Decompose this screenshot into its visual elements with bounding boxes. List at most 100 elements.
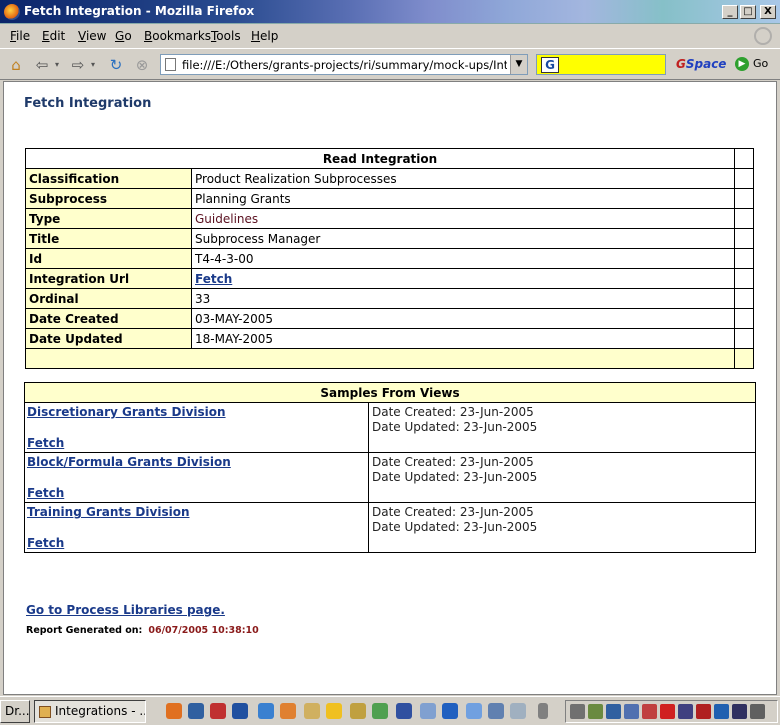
process-libraries-link[interactable]: Go to Process Libraries page.: [26, 603, 225, 617]
fetch-link[interactable]: Fetch: [27, 486, 64, 500]
sample-dates-cell: Date Created: 23-Jun-2005 Date Updated: …: [368, 402, 756, 453]
back-dropdown-icon[interactable]: ▾: [52, 55, 62, 75]
sample-link[interactable]: Discretionary Grants Division: [27, 405, 226, 419]
forward-dropdown-icon[interactable]: ▾: [88, 55, 98, 75]
quicklaunch-icon[interactable]: [232, 703, 248, 719]
stop-icon[interactable]: ⊗: [132, 55, 152, 75]
zonealarm-icon[interactable]: [696, 704, 711, 719]
home-icon[interactable]: ⌂: [6, 55, 26, 75]
navigation-toolbar: ⌂ ⇦ ▾ ⇨ ▾ ↻ ⊗ file:///E:/Others/grants-p…: [0, 48, 780, 80]
table-spacer: [734, 348, 754, 369]
table-spacer: [734, 208, 754, 229]
tray-icon[interactable]: [732, 704, 747, 719]
quicklaunch-icon[interactable]: [396, 703, 412, 719]
window-title: Fetch Integration - Mozilla Firefox: [24, 4, 255, 18]
menu-view[interactable]: View: [78, 29, 106, 43]
minimize-button[interactable]: _: [722, 5, 738, 19]
quicklaunch-icon[interactable]: [442, 703, 458, 719]
table-row: Classification Product Realization Subpr…: [25, 168, 754, 189]
menu-bookmarks[interactable]: Bookmarks: [144, 29, 211, 43]
quicklaunch-icon[interactable]: [420, 703, 436, 719]
sample-row: Training Grants Division Fetch Date Crea…: [24, 502, 756, 553]
menu-edit[interactable]: Edit: [42, 29, 65, 43]
firefox-icon: [4, 4, 20, 20]
url-text[interactable]: file:///E:/Others/grants-projects/ri/sum…: [182, 58, 507, 72]
firefox-launch-icon[interactable]: [166, 703, 182, 719]
search-input[interactable]: G: [536, 54, 666, 75]
table-spacer: [734, 288, 754, 309]
address-bar[interactable]: file:///E:/Others/grants-projects/ri/sum…: [160, 54, 528, 75]
table-footer-row: [25, 348, 754, 369]
quicklaunch-icon[interactable]: [188, 703, 204, 719]
quicklaunch-icon[interactable]: [466, 703, 482, 719]
report-timestamp: 06/07/2005 10:38:10: [148, 625, 259, 636]
tray-icon[interactable]: [750, 704, 765, 719]
row-label: Title: [25, 228, 192, 249]
taskbar-item-integrations[interactable]: Integrations - ...: [34, 700, 146, 723]
tray-icon[interactable]: [642, 704, 657, 719]
tray-icon[interactable]: [660, 704, 675, 719]
gspace-rest: Space: [685, 57, 727, 71]
google-search-icon[interactable]: G: [541, 57, 559, 73]
integration-header: Read Integration: [25, 148, 735, 169]
go-button[interactable]: ▶ Go: [735, 55, 775, 75]
row-value: Subprocess Manager: [191, 228, 735, 249]
tray-icon[interactable]: [570, 704, 585, 719]
quicklaunch-icon[interactable]: [280, 703, 296, 719]
menu-help[interactable]: Help: [251, 29, 278, 43]
fetch-link[interactable]: Fetch: [27, 436, 64, 450]
window-titlebar: Fetch Integration - Mozilla Firefox _ □ …: [0, 0, 780, 24]
integration-url-link[interactable]: Fetch: [195, 272, 232, 286]
quicklaunch-icon[interactable]: [510, 703, 526, 719]
go-label: Go: [753, 57, 769, 70]
quicklaunch-icon[interactable]: [372, 703, 388, 719]
quicklaunch-overflow-icon[interactable]: [538, 703, 548, 719]
menu-file[interactable]: File: [10, 29, 30, 43]
quicklaunch-icon[interactable]: [326, 703, 342, 719]
tray-icon[interactable]: [678, 704, 693, 719]
table-row: Date Updated 18-MAY-2005: [25, 328, 754, 349]
quicklaunch-icon[interactable]: [210, 703, 226, 719]
fetch-link[interactable]: Fetch: [27, 536, 64, 550]
sample-name-cell: Block/Formula Grants Division Fetch: [24, 452, 369, 503]
table-spacer: [734, 328, 754, 349]
row-label: Date Updated: [25, 328, 192, 349]
row-value: 18-MAY-2005: [191, 328, 735, 349]
sample-name-cell: Training Grants Division Fetch: [24, 502, 369, 553]
quicklaunch-icon[interactable]: [304, 703, 320, 719]
date-created: Date Created: 23-Jun-2005: [372, 455, 534, 469]
sample-link[interactable]: Training Grants Division: [27, 505, 189, 519]
menu-go[interactable]: Go: [115, 29, 132, 43]
menu-tools[interactable]: Tools: [211, 29, 241, 43]
maximize-button[interactable]: □: [740, 5, 756, 19]
system-tray: [565, 700, 778, 723]
row-value: Fetch: [191, 268, 735, 289]
url-dropdown-icon[interactable]: ▼: [510, 55, 527, 74]
row-value: T4-4-3-00: [191, 248, 735, 269]
tray-icon[interactable]: [588, 704, 603, 719]
page-title: Fetch Integration: [24, 96, 152, 111]
quicklaunch-icon[interactable]: [488, 703, 504, 719]
table-row: Date Created 03-MAY-2005: [25, 308, 754, 329]
row-value: 33: [191, 288, 735, 309]
tray-icon[interactable]: [624, 704, 639, 719]
sample-dates-cell: Date Created: 23-Jun-2005 Date Updated: …: [368, 452, 756, 503]
back-icon[interactable]: ⇦: [32, 55, 52, 75]
taskbar-item-dr[interactable]: Dr...: [0, 700, 30, 723]
row-label: Subprocess: [25, 188, 192, 209]
reload-icon[interactable]: ↻: [106, 55, 126, 75]
gspace-logo[interactable]: GSpace: [676, 57, 726, 71]
sample-link[interactable]: Block/Formula Grants Division: [27, 455, 231, 469]
forward-icon[interactable]: ⇨: [68, 55, 88, 75]
quicklaunch-icon[interactable]: [350, 703, 366, 719]
table-row: Title Subprocess Manager: [25, 228, 754, 249]
date-updated: Date Updated: 23-Jun-2005: [372, 420, 538, 434]
tray-icon[interactable]: [606, 704, 621, 719]
close-button[interactable]: X: [760, 5, 776, 19]
ie-icon[interactable]: [258, 703, 274, 719]
row-label: Ordinal: [25, 288, 192, 309]
row-label: Type: [25, 208, 192, 229]
row-label: Classification: [25, 168, 192, 189]
tray-icon[interactable]: [714, 704, 729, 719]
table-spacer: [734, 268, 754, 289]
